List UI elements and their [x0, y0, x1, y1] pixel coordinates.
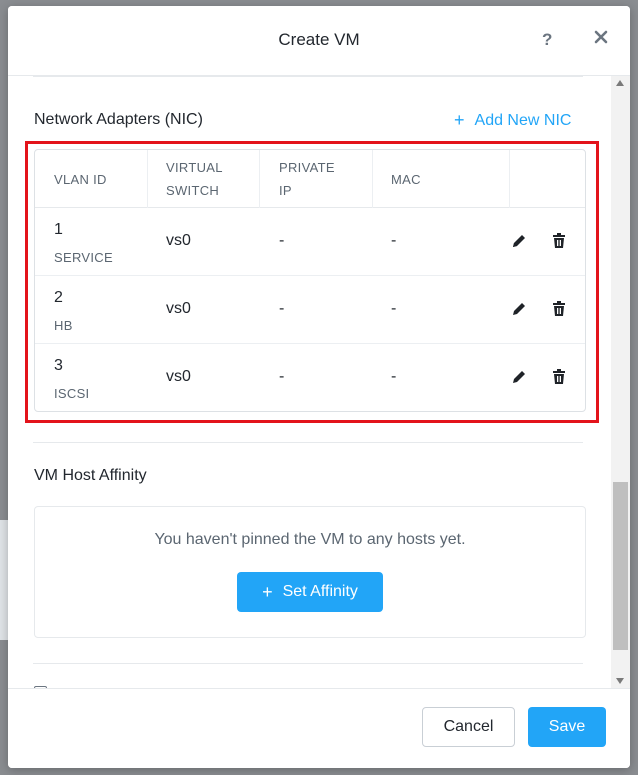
mac: -: [391, 232, 397, 249]
add-new-nic-button[interactable]: + Add New NIC: [454, 110, 571, 131]
background-page-fragment: [0, 520, 8, 640]
affinity-empty-state: You haven't pinned the VM to any hosts y…: [34, 506, 586, 638]
virtual-switch: vs0: [166, 368, 191, 385]
help-icon[interactable]: ?: [542, 30, 552, 50]
column-separator: [147, 150, 148, 208]
mac: -: [391, 368, 397, 385]
divider: [33, 663, 583, 664]
divider: [33, 76, 583, 77]
pencil-icon[interactable]: [511, 300, 527, 318]
create-vm-modal: Create VM ? Network Adapters (NIC) + Add…: [8, 6, 630, 768]
column-separator: [372, 150, 373, 208]
scrollbar-thumb[interactable]: [613, 482, 628, 650]
column-separator: [259, 150, 260, 208]
virtual-switch: vs0: [166, 300, 191, 317]
affinity-empty-message: You haven't pinned the VM to any hosts y…: [154, 531, 466, 548]
close-icon[interactable]: [592, 28, 610, 46]
vlan-name: HB: [54, 318, 73, 333]
vlan-id: 1: [54, 221, 63, 238]
column-separator: [509, 150, 510, 208]
modal-footer: Cancel Save: [8, 688, 630, 768]
vlan-id: 2: [54, 289, 63, 306]
column-header-virtual-switch: VIRTUAL SWITCH: [166, 160, 223, 198]
nic-section-title: Network Adapters (NIC): [34, 111, 203, 128]
trash-icon[interactable]: [551, 368, 567, 386]
cancel-button[interactable]: Cancel: [422, 707, 515, 747]
save-button[interactable]: Save: [528, 707, 606, 747]
trash-icon[interactable]: [551, 232, 567, 250]
table-row: 2 HB vs0 - -: [35, 276, 585, 344]
private-ip: -: [279, 232, 285, 249]
column-header-mac: MAC: [391, 171, 421, 187]
plus-icon: +: [454, 110, 465, 130]
scrollbar[interactable]: [611, 76, 630, 688]
nic-table: VLAN ID VIRTUAL SWITCH PRIVATE IP MAC 1 …: [34, 149, 586, 412]
table-row: 1 SERVICE vs0 - -: [35, 208, 585, 276]
add-new-nic-label: Add New NIC: [474, 111, 572, 129]
trash-icon[interactable]: [551, 300, 567, 318]
private-ip: -: [279, 300, 285, 317]
scroll-down-arrow-icon[interactable]: [616, 678, 624, 684]
private-ip: -: [279, 368, 285, 385]
divider: [33, 442, 583, 443]
column-header-vlan-id: VLAN ID: [54, 171, 107, 187]
virtual-switch: vs0: [166, 232, 191, 249]
modal-title: Create VM: [278, 30, 360, 49]
column-header-private-ip: PRIVATE IP: [279, 160, 335, 198]
vlan-name: ISCSI: [54, 386, 90, 401]
set-affinity-label: Set Affinity: [282, 583, 358, 600]
modal-header: Create VM ?: [8, 6, 630, 76]
modal-body: Network Adapters (NIC) + Add New NIC VLA…: [8, 76, 608, 688]
plus-icon: +: [262, 581, 273, 602]
pencil-icon[interactable]: [511, 232, 527, 250]
vlan-id: 3: [54, 357, 63, 374]
set-affinity-button[interactable]: + Set Affinity: [237, 572, 383, 612]
affinity-section-title: VM Host Affinity: [34, 467, 147, 484]
pencil-icon[interactable]: [511, 368, 527, 386]
vlan-name: SERVICE: [54, 250, 113, 265]
table-header: VLAN ID VIRTUAL SWITCH PRIVATE IP MAC: [35, 150, 585, 208]
scroll-up-arrow-icon[interactable]: [616, 80, 624, 86]
table-row: 3 ISCSI vs0 - -: [35, 344, 585, 411]
mac: -: [391, 300, 397, 317]
